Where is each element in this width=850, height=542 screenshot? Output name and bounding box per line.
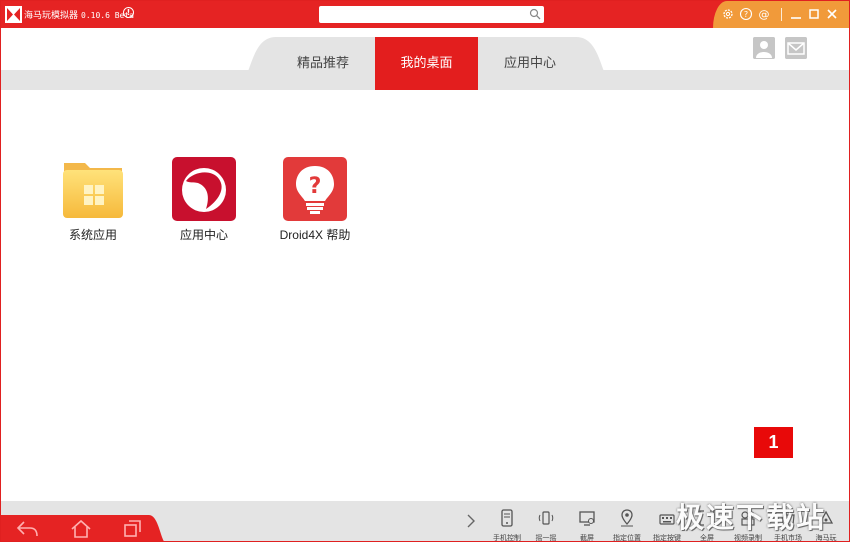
- app-label: Droid4X 帮助: [279, 228, 351, 242]
- title-bar: 海马玩模拟器 0.10.6 Beta ! ? @: [1, 1, 849, 28]
- home-icon[interactable]: [69, 519, 93, 539]
- phone-icon: [501, 509, 513, 527]
- window-controls: ? @: [713, 1, 849, 28]
- back-icon[interactable]: [15, 519, 39, 539]
- recent-apps-icon[interactable]: [121, 519, 145, 539]
- app-center-icon: [172, 157, 236, 221]
- user-icon[interactable]: [753, 37, 775, 59]
- app-name: 海马玩模拟器: [24, 11, 79, 21]
- svg-text:?: ?: [744, 10, 748, 19]
- settings-icon[interactable]: [721, 7, 735, 21]
- keyboard-icon: [659, 514, 675, 525]
- chevron-right-icon[interactable]: [466, 513, 476, 529]
- tab-app-center[interactable]: 应用中心: [490, 37, 570, 90]
- info-icon[interactable]: !: [123, 7, 134, 18]
- mail-icon[interactable]: [785, 37, 807, 59]
- folder-icon: [63, 163, 123, 218]
- page-indicator[interactable]: 1: [754, 427, 793, 458]
- close-icon[interactable]: [825, 7, 839, 21]
- app-label: 应用中心: [179, 228, 228, 242]
- tool-shake[interactable]: 摇一摇: [526, 505, 566, 541]
- app-label: 系统应用: [68, 228, 117, 242]
- haima-logo-icon: [5, 6, 22, 23]
- screenshot-icon: [579, 511, 595, 526]
- svg-text:@: @: [759, 8, 770, 21]
- svg-text:?: ?: [309, 174, 322, 199]
- location-icon: [621, 509, 633, 527]
- contact-icon[interactable]: @: [757, 7, 771, 21]
- search-box[interactable]: [319, 6, 544, 23]
- minimize-icon[interactable]: [789, 7, 803, 21]
- emulator-window: 海马玩模拟器 0.10.6 Beta ! ? @ 精品推荐 我的桌面 应用中心 …: [0, 0, 850, 542]
- shake-icon: [538, 511, 554, 525]
- search-icon[interactable]: [529, 8, 541, 20]
- app-system-apps[interactable]: 系统应用: [48, 157, 138, 247]
- help-bulb-icon: ?: [283, 157, 347, 221]
- watermark-text: 极速下载站: [676, 501, 827, 534]
- desktop-area: 系统应用 应用中心 ? Droid4X 帮助 1: [1, 90, 849, 501]
- app-droid4x-help[interactable]: ? Droid4X 帮助: [270, 157, 360, 247]
- tab-featured[interactable]: 精品推荐: [283, 37, 363, 90]
- tab-header: 精品推荐 我的桌面 应用中心: [1, 28, 849, 90]
- tab-my-desktop[interactable]: 我的桌面: [375, 37, 478, 90]
- help-icon[interactable]: ?: [739, 7, 753, 21]
- search-input[interactable]: [323, 7, 523, 22]
- controls-divider: [781, 8, 782, 21]
- maximize-icon[interactable]: [807, 7, 821, 21]
- app-title: 海马玩模拟器 0.10.6 Beta: [24, 8, 134, 21]
- app-app-center[interactable]: 应用中心: [159, 157, 249, 247]
